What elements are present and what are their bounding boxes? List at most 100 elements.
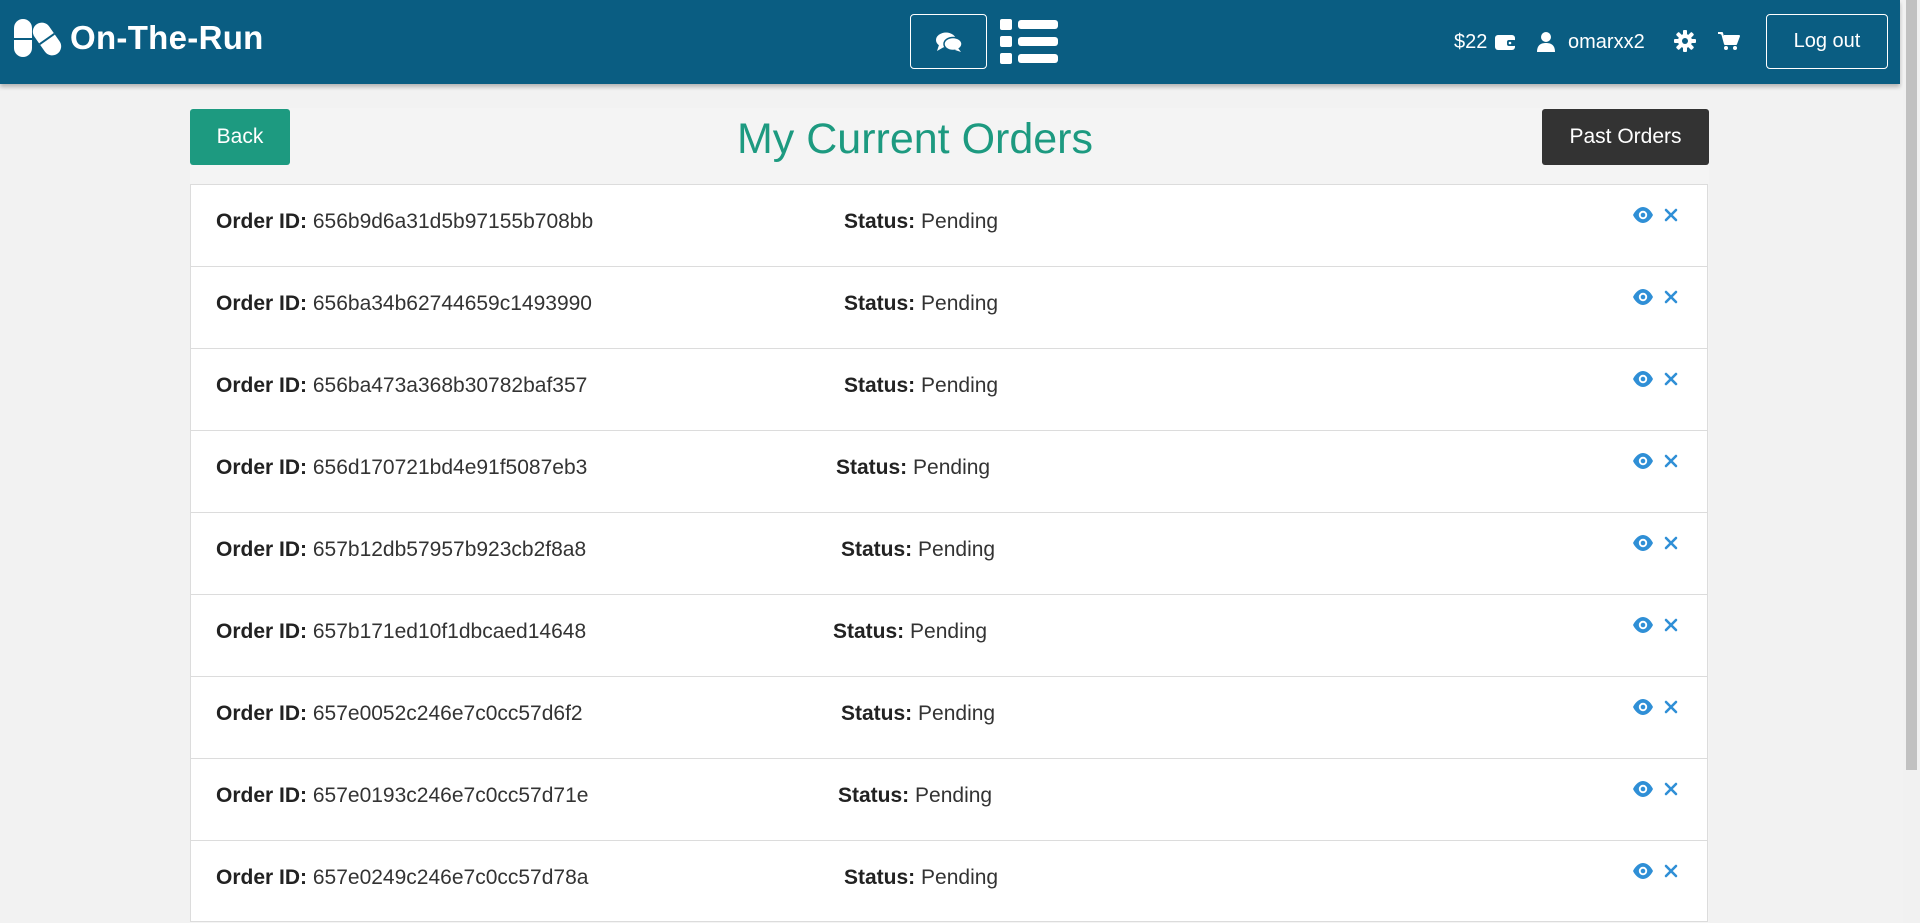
status-value: Pending <box>913 456 991 479</box>
status-label: Status: <box>844 374 916 397</box>
view-order-eye-icon[interactable] <box>1632 371 1654 392</box>
order-status: Status: Pending <box>833 620 987 644</box>
order-row: Order ID: 656ba473a368b30782baf357 Status… <box>190 348 1708 430</box>
order-row: Order ID: 657e0052c246e7c0cc57d6f2 Status… <box>190 676 1708 758</box>
cancel-order-close-icon[interactable] <box>1664 782 1678 801</box>
order-list: Order ID: 656b9d6a31d5b97155b708bb Status… <box>190 184 1708 922</box>
cancel-order-close-icon[interactable] <box>1664 290 1678 309</box>
status-value: Pending <box>921 292 999 315</box>
order-id-value: 656ba473a368b30782baf357 <box>312 374 588 397</box>
order-id-label: Order ID: <box>216 456 308 479</box>
view-order-eye-icon[interactable] <box>1632 289 1654 310</box>
view-order-eye-icon[interactable] <box>1632 781 1654 802</box>
view-order-eye-icon[interactable] <box>1632 207 1654 228</box>
view-order-eye-icon[interactable] <box>1632 617 1654 638</box>
row-actions <box>1632 863 1678 884</box>
status-value: Pending <box>918 702 996 725</box>
order-row: Order ID: 656b9d6a31d5b97155b708bb Status… <box>190 184 1708 266</box>
order-id: Order ID: 656d170721bd4e91f5087eb3 <box>216 456 587 480</box>
cart-icon[interactable] <box>1718 31 1740 51</box>
order-row: Order ID: 657b171ed10f1dbcaed14648 Status… <box>190 594 1708 676</box>
list-icon <box>1000 18 1058 64</box>
view-order-eye-icon[interactable] <box>1632 699 1654 720</box>
status-label: Status: <box>844 292 916 315</box>
order-id: Order ID: 657e0249c246e7c0cc57d78a <box>216 866 588 890</box>
username: omarxx2 <box>1568 30 1645 53</box>
order-id-label: Order ID: <box>216 702 308 725</box>
order-status: Status: Pending <box>844 292 998 316</box>
status-value: Pending <box>921 210 999 233</box>
cancel-order-close-icon[interactable] <box>1664 618 1678 637</box>
order-id-label: Order ID: <box>216 866 308 889</box>
status-value: Pending <box>918 538 996 561</box>
navbar: On-The-Run $22 omarxx2 Log out <box>0 0 1900 84</box>
row-actions <box>1632 699 1678 720</box>
menu-list-button[interactable] <box>996 14 1062 69</box>
user-profile[interactable]: omarxx2 <box>1536 26 1645 58</box>
order-id-value: 657b171ed10f1dbcaed14648 <box>312 620 587 643</box>
order-row: Order ID: 656ba34b62744659c1493990 Status… <box>190 266 1708 348</box>
status-value: Pending <box>910 620 988 643</box>
order-id: Order ID: 656ba473a368b30782baf357 <box>216 374 587 398</box>
status-label: Status: <box>836 456 908 479</box>
order-id-value: 656b9d6a31d5b97155b708bb <box>312 210 594 233</box>
scrollbar-thumb[interactable] <box>1906 0 1917 770</box>
row-actions <box>1632 289 1678 310</box>
order-id-label: Order ID: <box>216 210 308 233</box>
order-id: Order ID: 657b12db57957b923cb2f8a8 <box>216 538 586 562</box>
view-order-eye-icon[interactable] <box>1632 535 1654 556</box>
wallet-icon <box>1495 35 1517 50</box>
chat-icon <box>935 32 963 52</box>
order-row: Order ID: 657e0249c246e7c0cc57d78a Status… <box>190 840 1708 922</box>
pills-icon <box>14 19 62 57</box>
page-title: My Current Orders <box>736 115 1093 163</box>
balance-amount: $22 <box>1454 30 1488 53</box>
order-status: Status: Pending <box>838 784 992 808</box>
status-label: Status: <box>833 620 905 643</box>
status-value: Pending <box>915 784 993 807</box>
status-label: Status: <box>841 538 913 561</box>
order-id: Order ID: 657e0052c246e7c0cc57d6f2 <box>216 702 583 726</box>
order-status: Status: Pending <box>844 374 998 398</box>
status-label: Status: <box>841 702 913 725</box>
order-id-label: Order ID: <box>216 784 308 807</box>
order-id-value: 657e0052c246e7c0cc57d6f2 <box>312 702 583 725</box>
order-id: Order ID: 656ba34b62744659c1493990 <box>216 292 592 316</box>
order-row: Order ID: 656d170721bd4e91f5087eb3 Status… <box>190 430 1708 512</box>
brand-logo[interactable]: On-The-Run <box>12 16 264 60</box>
cancel-order-close-icon[interactable] <box>1664 536 1678 555</box>
row-actions <box>1632 207 1678 228</box>
order-id-value: 657e0193c246e7c0cc57d71e <box>312 784 589 807</box>
order-id-label: Order ID: <box>216 292 308 315</box>
status-label: Status: <box>844 866 916 889</box>
status-label: Status: <box>838 784 910 807</box>
view-order-eye-icon[interactable] <box>1632 863 1654 884</box>
cancel-order-close-icon[interactable] <box>1664 700 1678 719</box>
order-id-value: 656ba34b62744659c1493990 <box>312 292 592 315</box>
logout-button[interactable]: Log out <box>1766 14 1888 69</box>
row-actions <box>1632 781 1678 802</box>
order-id: Order ID: 657b171ed10f1dbcaed14648 <box>216 620 586 644</box>
order-id-label: Order ID: <box>216 620 308 643</box>
cancel-order-close-icon[interactable] <box>1664 372 1678 391</box>
cancel-order-close-icon[interactable] <box>1664 454 1678 473</box>
gear-icon[interactable] <box>1674 30 1696 52</box>
wallet-balance[interactable]: $22 <box>1454 26 1517 58</box>
row-actions <box>1632 371 1678 392</box>
order-status: Status: Pending <box>844 210 998 234</box>
order-status: Status: Pending <box>841 538 995 562</box>
chat-button[interactable] <box>910 14 987 69</box>
past-orders-button[interactable]: Past Orders <box>1542 109 1709 165</box>
order-id-value: 657b12db57957b923cb2f8a8 <box>312 538 587 561</box>
back-button[interactable]: Back <box>190 109 290 165</box>
view-order-eye-icon[interactable] <box>1632 453 1654 474</box>
order-row: Order ID: 657b12db57957b923cb2f8a8 Status… <box>190 512 1708 594</box>
order-row: Order ID: 657e0193c246e7c0cc57d71e Status… <box>190 758 1708 840</box>
status-value: Pending <box>921 374 999 397</box>
cancel-order-close-icon[interactable] <box>1664 864 1678 883</box>
row-actions <box>1632 453 1678 474</box>
cancel-order-close-icon[interactable] <box>1664 208 1678 227</box>
order-id: Order ID: 656b9d6a31d5b97155b708bb <box>216 210 593 234</box>
order-id-label: Order ID: <box>216 374 308 397</box>
order-id: Order ID: 657e0193c246e7c0cc57d71e <box>216 784 588 808</box>
